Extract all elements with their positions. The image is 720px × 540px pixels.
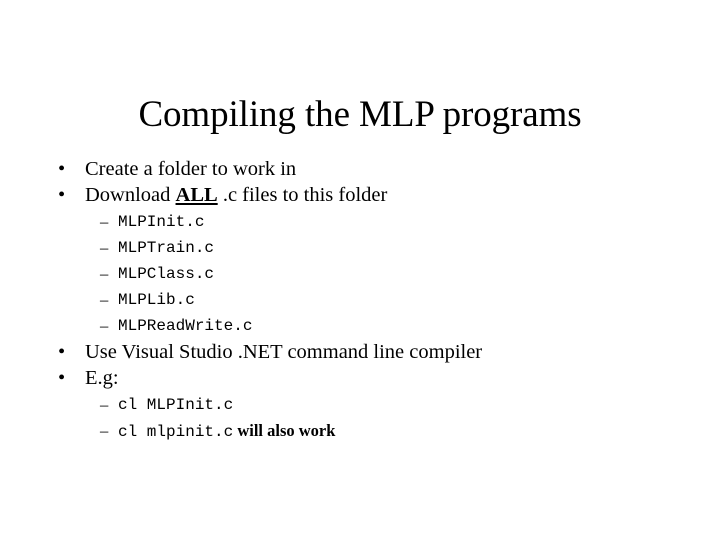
bullet-text-prefix: Download	[85, 184, 176, 206]
sub-bullet-item-mlptrain: – MLPTrain.c	[56, 235, 676, 261]
sub-bullet-item-cl-mlpinit: – cl MLPInit.c	[56, 392, 676, 418]
sub-bullet-text: MLPLib.c	[118, 291, 195, 309]
bullet-glyph-icon: •	[58, 158, 66, 180]
sub-bullet-item-mlpclass: – MLPClass.c	[56, 261, 676, 287]
dash-glyph-icon: –	[100, 421, 109, 440]
bullet-text-suffix: .c files to this folder	[217, 184, 388, 206]
sub-bullet-text: MLPReadWrite.c	[118, 317, 253, 335]
dash-glyph-icon: –	[100, 238, 109, 257]
bullet-item-create-folder: • Create a folder to work in	[56, 156, 676, 182]
sub-bullet-text: MLPClass.c	[118, 265, 215, 283]
sub-bullet-item-mlpinit: – MLPInit.c	[56, 209, 676, 235]
presentation-slide: Compiling the MLP programs • Create a fo…	[0, 0, 720, 540]
sub-bullet-text: MLPInit.c	[118, 213, 205, 231]
bullet-text: Create a folder to work in	[85, 158, 297, 180]
slide-title: Compiling the MLP programs	[138, 93, 582, 135]
bullet-glyph-icon: •	[58, 367, 66, 389]
sub-bullet-item-mlpreadwrite: – MLPReadWrite.c	[56, 313, 676, 339]
bullet-glyph-icon: •	[58, 341, 66, 363]
slide-body: • Create a folder to work in • Download A…	[56, 156, 676, 445]
dash-glyph-icon: –	[100, 212, 109, 231]
dash-glyph-icon: –	[100, 316, 109, 335]
sub-bullet-text: cl MLPInit.c	[118, 396, 234, 414]
dash-glyph-icon: –	[100, 264, 109, 283]
bullet-item-download-all: • Download ALL .c files to this folder	[56, 182, 676, 208]
bullet-text: Use Visual Studio .NET command line comp…	[85, 341, 483, 363]
dash-glyph-icon: –	[100, 290, 109, 309]
sub-bullet-item-cl-mlpinit-lowercase: – cl mlpinit.c will also work	[56, 418, 676, 445]
sub-bullet-note-text: will also work	[233, 421, 336, 440]
bullet-item-example: • E.g:	[56, 365, 676, 391]
bullet-text-emphasis: ALL	[175, 184, 218, 206]
sub-bullet-command-text: cl mlpinit.c	[118, 423, 234, 441]
bullet-item-use-visual-studio: • Use Visual Studio .NET command line co…	[56, 339, 676, 365]
sub-bullet-item-mlplib: – MLPLib.c	[56, 287, 676, 313]
bullet-glyph-icon: •	[58, 184, 66, 206]
bullet-text: E.g:	[85, 367, 119, 389]
sub-bullet-text: MLPTrain.c	[118, 239, 215, 257]
dash-glyph-icon: –	[100, 395, 109, 414]
